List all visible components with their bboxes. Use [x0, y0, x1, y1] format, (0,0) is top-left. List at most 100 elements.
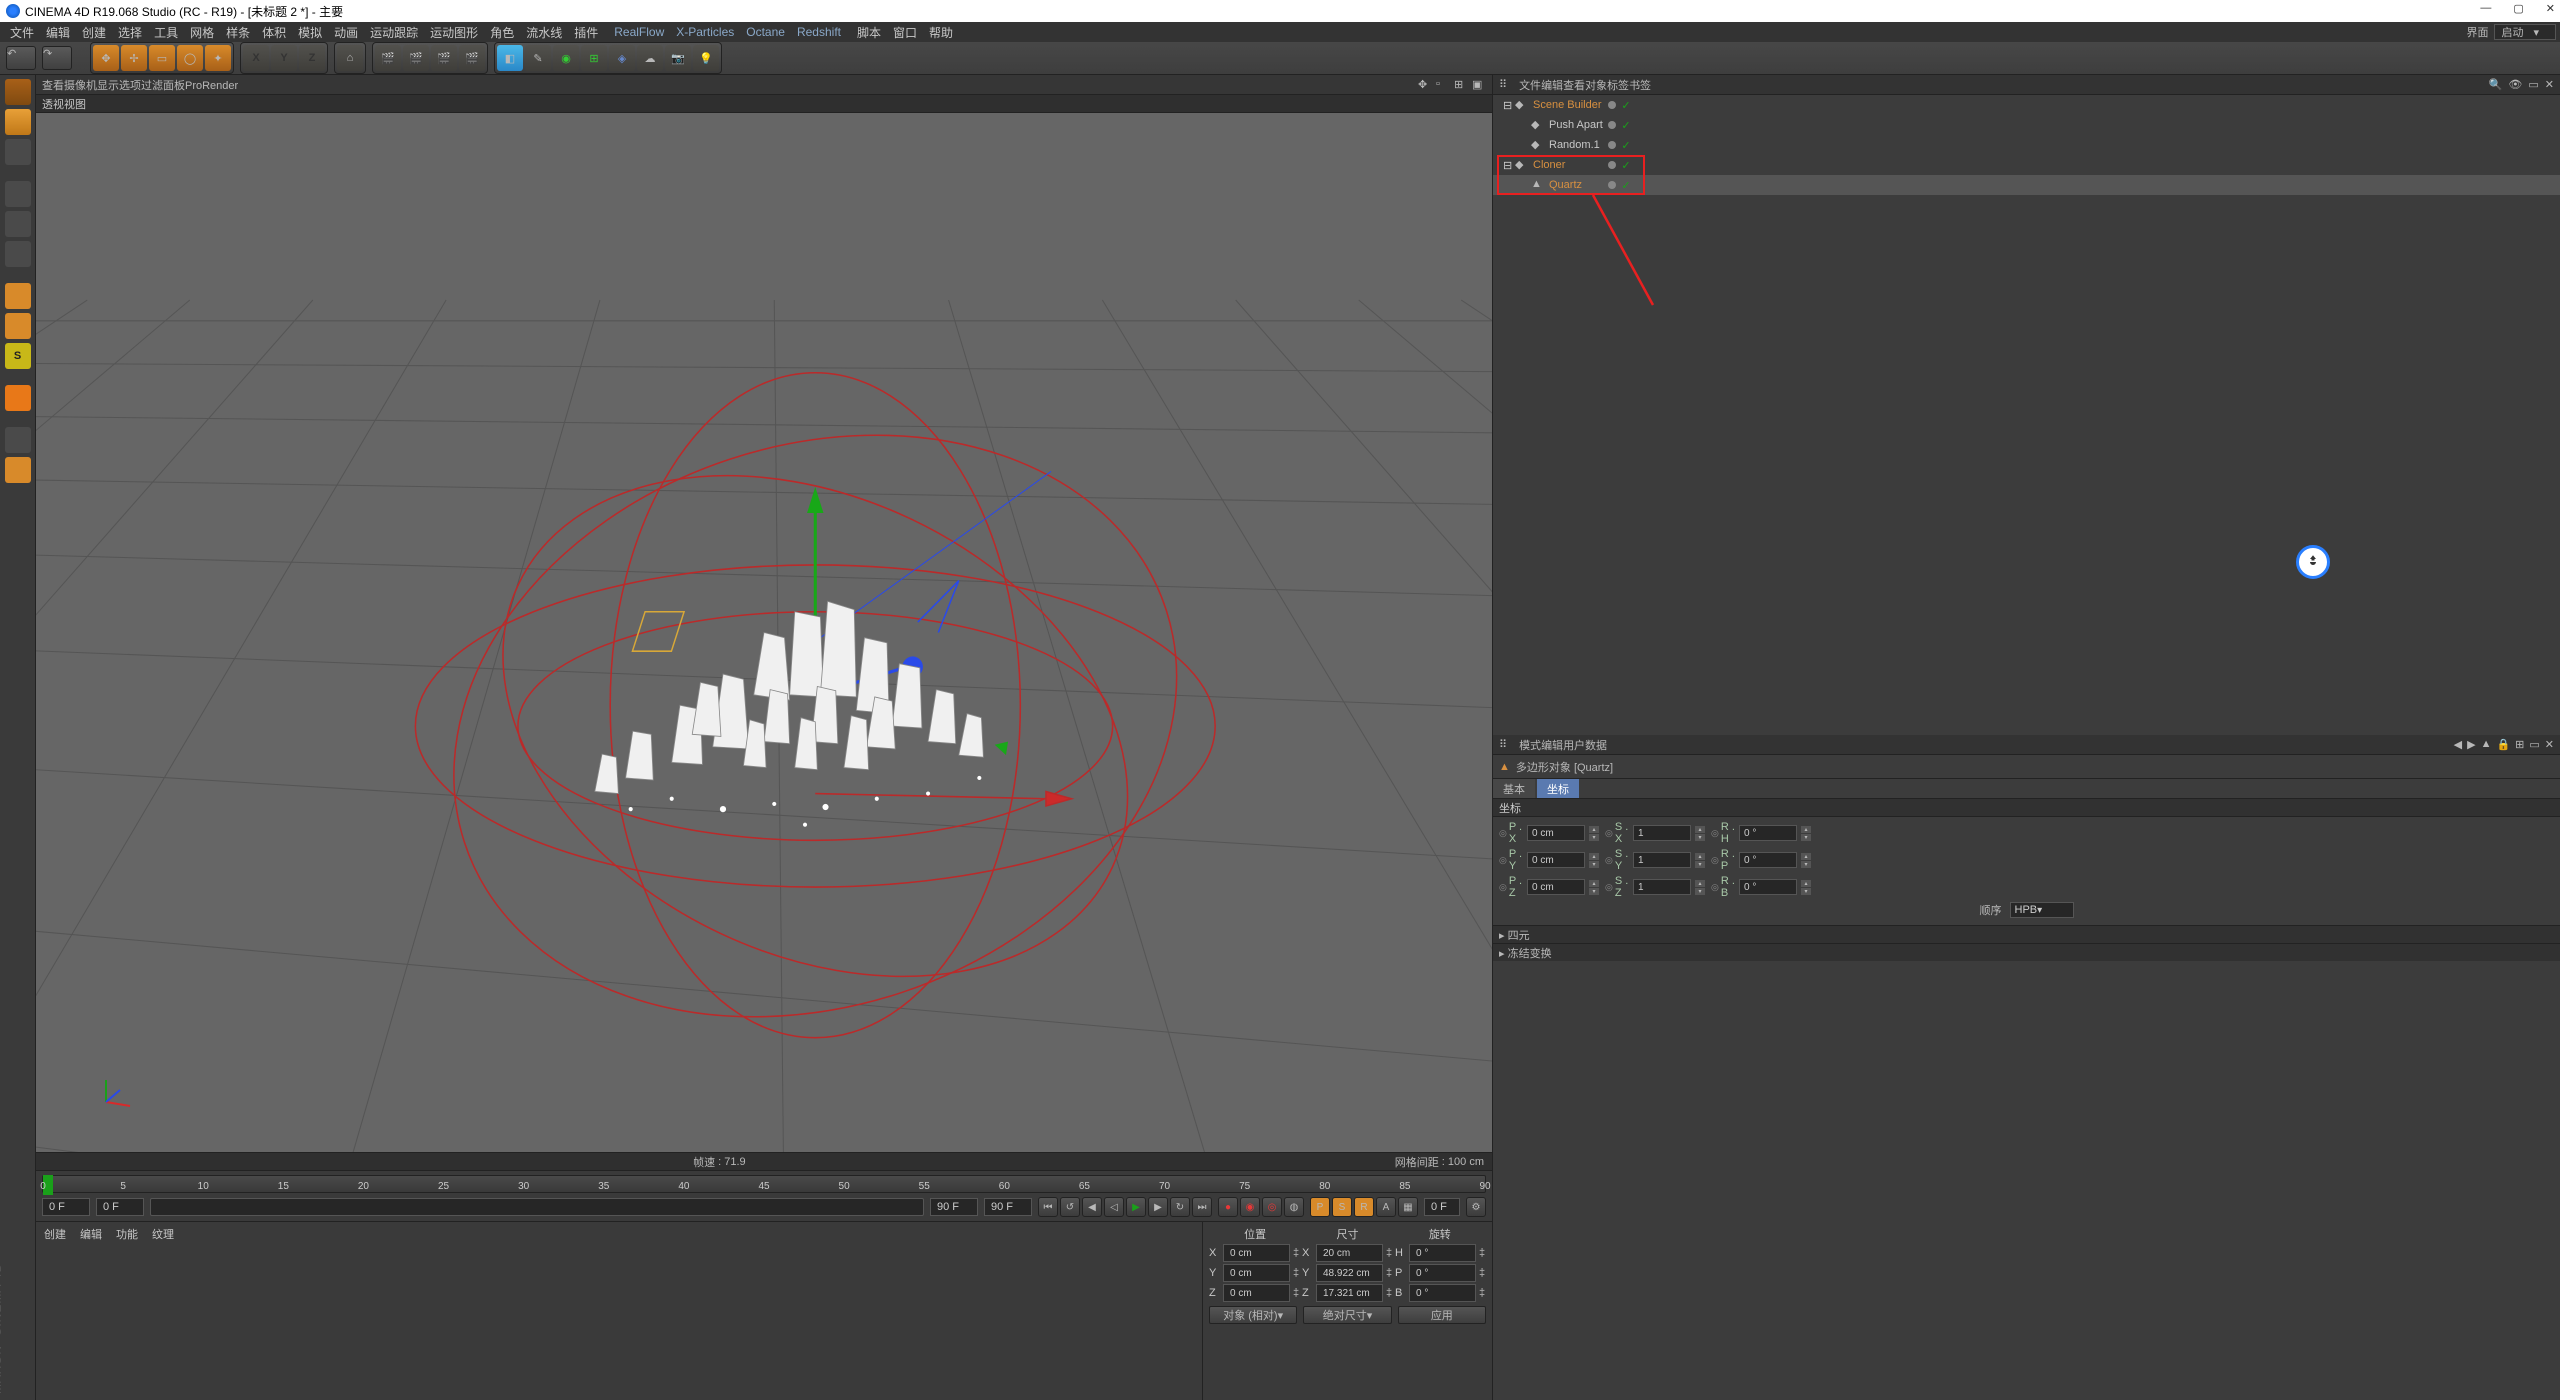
timeline-scrubbar[interactable] [150, 1198, 924, 1216]
key-r-button[interactable]: R [1354, 1197, 1374, 1217]
goto-end-button[interactable]: ⏭ [1192, 1197, 1212, 1217]
viewport-config-icon[interactable]: ✥ [1418, 78, 1432, 92]
key-pos-button[interactable]: ◍ [1284, 1197, 1304, 1217]
attr-S . Z[interactable]: 1 [1633, 879, 1691, 895]
menu-流水线[interactable]: 流水线 [520, 26, 568, 40]
att-close-icon[interactable]: ✕ [2545, 738, 2554, 751]
coord-H-rot[interactable]: 0 ° [1409, 1244, 1476, 1262]
object-mode-button[interactable] [5, 181, 31, 207]
tree-item-Quartz[interactable]: ▲Quartz [1493, 175, 2560, 195]
prev-frame-button[interactable]: ◀ [1082, 1197, 1102, 1217]
uv-mode-button[interactable]: S [5, 343, 31, 369]
menu-运动图形[interactable]: 运动图形 [424, 26, 484, 40]
polygon-mode-button[interactable] [5, 313, 31, 339]
attr-P . Z[interactable]: 0 cm [1527, 879, 1585, 895]
maximize-button[interactable]: ▢ [2513, 2, 2523, 15]
visibility-dot-render[interactable]: ✓ [1617, 135, 1635, 155]
tweak-button[interactable] [5, 385, 31, 411]
menu-Redshift[interactable]: Redshift [791, 25, 847, 39]
coord-size-dropdown[interactable]: 绝对尺寸 ▾ [1303, 1306, 1391, 1324]
light-button[interactable]: 💡 [693, 45, 719, 71]
menu-RealFlow[interactable]: RealFlow [608, 25, 670, 39]
menu-编辑[interactable]: 编辑 [40, 26, 76, 40]
coord-X-size[interactable]: 20 cm [1316, 1244, 1383, 1262]
rotation-order-dropdown[interactable]: HPB ▾ [2010, 902, 2074, 918]
render-region-button[interactable]: 🎬 [403, 45, 429, 71]
tab-coord[interactable]: 坐标 [1537, 779, 1579, 798]
object-manager-tree[interactable]: ⊟◆Scene Builder✓◆Push Apart✓◆Random.1✓⊟◆… [1493, 95, 2560, 735]
menu-显示[interactable]: 显示 [97, 80, 119, 92]
perspective-viewport[interactable] [36, 113, 1492, 1152]
menu-选项[interactable]: 选项 [119, 80, 141, 92]
make-editable-button[interactable] [5, 79, 31, 105]
record-key-button[interactable]: ● [1218, 1197, 1238, 1217]
key-s-button[interactable]: S [1332, 1197, 1352, 1217]
generator-button[interactable]: ◉ [553, 45, 579, 71]
att-new-icon[interactable]: ⊞ [2515, 738, 2524, 751]
timeline-settings-button[interactable]: ⚙ [1466, 1197, 1486, 1217]
om-search-icon[interactable]: 🔍 [2489, 78, 2503, 91]
menu-样条[interactable]: 样条 [220, 26, 256, 40]
close-button[interactable]: ✕ [2546, 2, 2555, 15]
viewport-multi-icon[interactable]: ⊞ [1454, 78, 1468, 92]
menu-标签[interactable]: 标签 [1607, 80, 1629, 92]
menu-摄像机[interactable]: 摄像机 [64, 80, 97, 92]
tree-item-Cloner[interactable]: ⊟◆Cloner [1493, 155, 2560, 175]
menu-网格[interactable]: 网格 [184, 26, 220, 40]
menu-动画[interactable]: 动画 [328, 26, 364, 40]
menu-创建[interactable]: 创建 [44, 1226, 66, 1242]
menu-插件[interactable]: 插件 [568, 26, 604, 40]
coord-Z-pos[interactable]: 0 cm [1223, 1284, 1290, 1302]
att-lock-icon[interactable]: 🔒 [2496, 738, 2510, 751]
environment-button[interactable]: ☁ [637, 45, 663, 71]
render-settings-button[interactable]: 🎬 [431, 45, 457, 71]
axis-z-toggle[interactable]: Z [299, 45, 325, 71]
menu-过滤[interactable]: 过滤 [141, 80, 163, 92]
render-view-button[interactable]: 🎬 [375, 45, 401, 71]
undo-button[interactable]: ↶ [6, 46, 36, 70]
tree-item-Push Apart[interactable]: ◆Push Apart [1493, 115, 2560, 135]
frame-start-field[interactable]: 0 F [42, 1198, 90, 1216]
scale-tool[interactable]: ▭ [149, 45, 175, 71]
play-button[interactable]: ▶ [1126, 1197, 1146, 1217]
coord-mode-dropdown[interactable]: 对象 (相对) ▾ [1209, 1306, 1297, 1324]
coord-X-pos[interactable]: 0 cm [1223, 1244, 1290, 1262]
frame-start-field-2[interactable]: 0 F [1424, 1198, 1460, 1216]
menu-体积[interactable]: 体积 [256, 26, 292, 40]
menu-创建[interactable]: 创建 [76, 26, 112, 40]
next-frame-button[interactable]: ▶ [1148, 1197, 1168, 1217]
visibility-dot-render[interactable]: ✓ [1617, 95, 1635, 115]
model-mode-button[interactable] [5, 109, 31, 135]
om-close-icon[interactable]: ✕ [2545, 78, 2554, 91]
tab-basic[interactable]: 基本 [1493, 779, 1535, 798]
menu-脚本[interactable]: 脚本 [851, 26, 887, 40]
key-pla-button[interactable]: ▦ [1398, 1197, 1418, 1217]
coord-Y-pos[interactable]: 0 cm [1223, 1264, 1290, 1282]
coord-B-rot[interactable]: 0 ° [1409, 1284, 1476, 1302]
attr-P . X[interactable]: 0 cm [1527, 825, 1585, 841]
menu-查看[interactable]: 查看 [1563, 80, 1585, 92]
axis-mode-button[interactable] [5, 211, 31, 237]
menu-X-Particles[interactable]: X-Particles [670, 25, 740, 39]
move-tool[interactable]: ✢ [121, 45, 147, 71]
menu-帮助[interactable]: 帮助 [923, 26, 959, 40]
menu-面板[interactable]: 面板 [163, 80, 185, 92]
primitive-cube-button[interactable]: ◧ [497, 45, 523, 71]
coord-Y-size[interactable]: 48.922 cm [1316, 1264, 1383, 1282]
menu-模式[interactable]: 模式 [1519, 740, 1541, 752]
menu-ProRender[interactable]: ProRender [185, 80, 238, 92]
att-min-icon[interactable]: ▭ [2529, 738, 2539, 751]
edge-mode-button[interactable] [5, 283, 31, 309]
layout-dropdown[interactable]: 启动▾ [2494, 24, 2556, 40]
axis-x-toggle[interactable]: X [243, 45, 269, 71]
menu-查看[interactable]: 查看 [42, 80, 64, 92]
tree-item-Random.1[interactable]: ◆Random.1 [1493, 135, 2560, 155]
play-back-button[interactable]: ◁ [1104, 1197, 1124, 1217]
menu-选择[interactable]: 选择 [112, 26, 148, 40]
om-minimize-icon[interactable]: ▭ [2528, 78, 2538, 91]
timeline-ruler[interactable]: 051015202530354045505560657075808590 [42, 1175, 1486, 1193]
attr-R . P[interactable]: 0 ° [1739, 852, 1797, 868]
axis-y-toggle[interactable]: Y [271, 45, 297, 71]
frame-end-field-2[interactable]: 90 F [984, 1198, 1032, 1216]
autokey-button[interactable]: ◉ [1240, 1197, 1260, 1217]
